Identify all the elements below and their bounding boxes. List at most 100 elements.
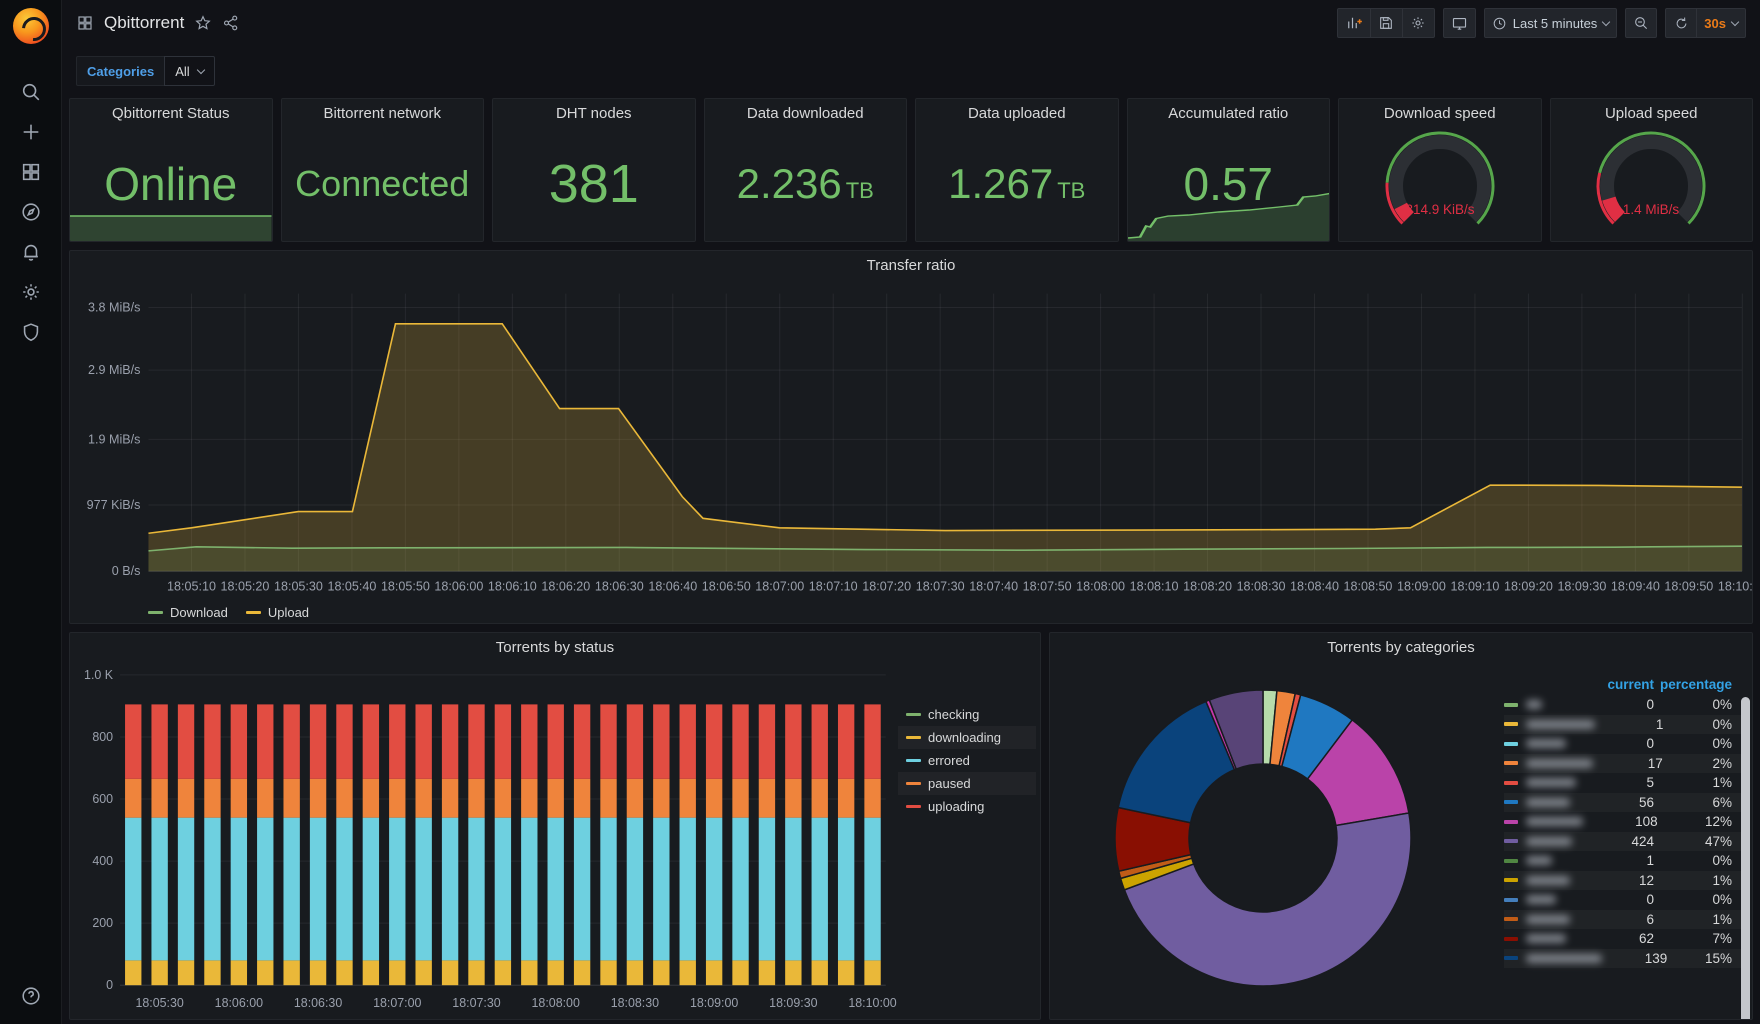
svg-text:18:09:00: 18:09:00 [1397, 579, 1446, 593]
bar-segment-paused [573, 778, 591, 818]
bar-segment-errored [521, 817, 538, 961]
bar-segment-downloading [811, 960, 828, 986]
legend-swatch [245, 610, 261, 614]
bar-segment-downloading [785, 960, 802, 986]
alerting-icon[interactable] [11, 232, 51, 272]
categories-donut-chart [1114, 689, 1412, 987]
panel-title[interactable]: Download speed [1339, 99, 1541, 127]
panel-title[interactable]: Bittorrent network [282, 99, 484, 127]
cycle-view-mode-button[interactable] [1442, 8, 1476, 38]
dashboards-icon[interactable] [11, 152, 51, 192]
table-row: 108 12% [1504, 812, 1746, 832]
category-current-value: 0 [1646, 697, 1654, 713]
svg-text:18:07:10: 18:07:10 [809, 579, 858, 593]
bar-segment-paused [626, 778, 644, 818]
bar-segment-downloading [837, 960, 855, 986]
svg-text:1.0 K: 1.0 K [84, 668, 114, 682]
share-icon[interactable] [222, 14, 240, 32]
page-title[interactable]: Qbittorrent [104, 13, 184, 33]
legend-item-upload[interactable]: Upload [245, 605, 309, 620]
help-icon[interactable] [11, 976, 51, 1016]
bar-segment-downloading [705, 960, 723, 986]
svg-text:18:09:30: 18:09:30 [769, 996, 817, 1010]
legend-item-download[interactable]: Download [148, 605, 228, 620]
refresh-interval-picker[interactable]: 30s [1697, 8, 1746, 38]
bar-segment-uploading [573, 704, 591, 779]
category-percentage-value: 6% [1712, 794, 1732, 810]
status-sparkline [70, 215, 272, 241]
legend-swatch [906, 759, 921, 762]
svg-text:18:07:40: 18:07:40 [969, 579, 1018, 593]
legend-item-downloading[interactable]: downloading [898, 726, 1036, 749]
legend-item-checking[interactable]: checking [898, 703, 1036, 726]
bar-segment-downloading [547, 960, 564, 986]
svg-text:3.8 MiB/s: 3.8 MiB/s [88, 300, 140, 314]
category-swatch [1504, 858, 1518, 863]
dashboard-settings-button[interactable] [1402, 8, 1435, 38]
bar-segment-uploading [230, 704, 248, 779]
table-scrollbar[interactable] [1741, 697, 1750, 1019]
legend-label: downloading [928, 730, 1002, 745]
grafana-logo[interactable] [12, 8, 49, 44]
bar-segment-paused [336, 778, 353, 818]
panel-title[interactable]: Qbittorrent Status [70, 99, 272, 127]
legend-item-paused[interactable]: paused [898, 772, 1036, 795]
time-range-picker[interactable]: Last 5 minutes [1483, 8, 1618, 38]
dashboard-grid: Qbittorrent Status Online Bittorrent net… [62, 94, 1760, 1024]
variable-value-dropdown[interactable]: All [164, 56, 215, 86]
svg-text:18:06:10: 18:06:10 [488, 579, 537, 593]
server-admin-icon[interactable] [11, 312, 51, 352]
bar-segment-errored [864, 817, 881, 961]
panel-title[interactable]: DHT nodes [493, 99, 695, 127]
category-label-redacted [1526, 895, 1556, 905]
stat-row: Qbittorrent Status Online Bittorrent net… [69, 98, 1753, 242]
category-label-redacted [1526, 914, 1570, 924]
bar-segment-uploading [600, 704, 617, 779]
explore-icon[interactable] [11, 192, 51, 232]
add-panel-button[interactable] [1336, 8, 1371, 38]
panel-title[interactable]: Transfer ratio [70, 251, 1752, 279]
gauge-value: 314.9 KiB/s [1405, 202, 1474, 217]
bar-segment-errored [309, 817, 327, 961]
bar-segment-uploading [705, 704, 723, 779]
bar-segment-paused [204, 778, 221, 818]
zoom-out-button[interactable] [1625, 8, 1658, 38]
refresh-button[interactable] [1665, 8, 1698, 38]
svg-text:600: 600 [92, 792, 113, 806]
bar-segment-downloading [177, 960, 195, 986]
stat-value: 0.57 [1183, 158, 1274, 210]
save-dashboard-button[interactable] [1370, 8, 1403, 38]
bar-segment-downloading [309, 960, 327, 986]
apps-icon[interactable] [76, 14, 94, 32]
legend-swatch [906, 736, 921, 739]
chevron-down-icon [1602, 17, 1611, 26]
panel-title[interactable]: Upload speed [1551, 99, 1753, 127]
category-label-redacted [1526, 739, 1566, 749]
legend-item-errored[interactable]: errored [898, 749, 1036, 772]
category-percentage-value: 1% [1712, 911, 1732, 927]
bar-segment-downloading [415, 960, 432, 986]
svg-text:18:08:20: 18:08:20 [1183, 579, 1232, 593]
category-label-redacted [1526, 778, 1576, 788]
create-icon[interactable] [11, 112, 51, 152]
svg-text:18:08:30: 18:08:30 [1237, 579, 1286, 593]
bar-segment-downloading [283, 960, 300, 986]
configuration-icon[interactable] [11, 272, 51, 312]
bar-segment-uploading [679, 704, 696, 779]
panel-title[interactable]: Torrents by categories [1050, 633, 1752, 661]
panel-title[interactable]: Data downloaded [705, 99, 907, 127]
bar-segment-paused [732, 778, 749, 818]
bar-segment-errored [257, 817, 274, 961]
bar-segment-uploading [653, 704, 670, 779]
legend-item-uploading[interactable]: uploading [898, 795, 1036, 818]
search-icon[interactable] [11, 72, 51, 112]
svg-text:18:07:50: 18:07:50 [1023, 579, 1072, 593]
category-label-redacted [1526, 797, 1570, 807]
panel-title[interactable]: Data uploaded [916, 99, 1118, 127]
panel-title[interactable]: Torrents by status [70, 633, 1040, 661]
star-icon[interactable] [194, 14, 212, 32]
bar-segment-downloading [204, 960, 221, 986]
svg-text:200: 200 [92, 916, 113, 930]
panel-title[interactable]: Accumulated ratio [1128, 99, 1330, 127]
bar-segment-paused [362, 778, 380, 818]
